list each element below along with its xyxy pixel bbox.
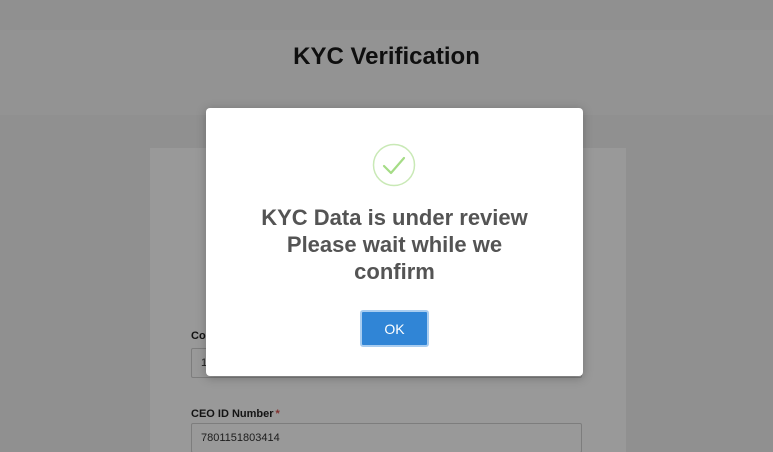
dialog-message-line-2: Please wait while we — [286, 232, 503, 257]
dialog-message: KYC Data is under review Please wait whi… — [206, 204, 583, 285]
dialog-message-line-3: confirm — [354, 259, 435, 284]
ok-button[interactable]: OK — [360, 310, 429, 347]
dialog-message-line-1: KYC Data is under review — [261, 205, 528, 230]
success-check-icon — [372, 143, 416, 187]
review-dialog: KYC Data is under review Please wait whi… — [206, 108, 583, 376]
